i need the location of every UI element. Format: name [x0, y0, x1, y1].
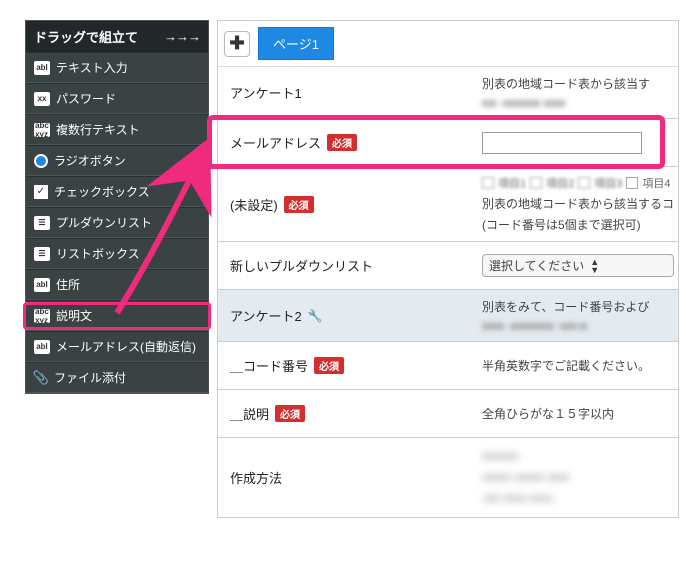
field-label: メールアドレス: [230, 133, 321, 152]
page-tabs: ✚ ページ1: [218, 21, 678, 67]
row-explanation[interactable]: ＿説明 必須 全角ひらがな１５字以内: [218, 390, 678, 438]
radio-icon: [34, 154, 48, 168]
required-badge: 必須: [314, 357, 344, 374]
required-badge: 必須: [327, 134, 357, 151]
email-icon: abl: [34, 340, 50, 354]
tab-page1[interactable]: ページ1: [258, 27, 334, 60]
field-label: 作成方法: [230, 468, 282, 487]
address-icon: abl: [34, 278, 50, 292]
sidebar-item-email-autoreply[interactable]: abl メールアドレス(自動返信): [26, 331, 208, 362]
listbox-icon: ☰: [34, 247, 50, 261]
password-icon: xx: [34, 92, 50, 106]
required-badge: 必須: [275, 405, 305, 422]
sidebar-item-password[interactable]: xx パスワード: [26, 83, 208, 114]
blurred-content: ■■■■-■■■■ ■■■: [482, 469, 674, 486]
checkbox-icon: ✓: [34, 185, 48, 199]
arrow-glyphs: →→→: [164, 29, 200, 44]
select-value: 選択してください: [489, 257, 584, 274]
sidebar-item-label: プルダウンリスト: [56, 214, 152, 231]
plus-icon: ✚: [229, 33, 244, 54]
blurred-content: ■■■–■■■■■■ ▪︎■■▪︎■: [482, 319, 674, 333]
sidebar-item-checkbox[interactable]: ✓ チェックボックス: [26, 176, 208, 207]
sidebar-item-listbox[interactable]: ☰ リストボックス: [26, 238, 208, 269]
sidebar-item-label: チェックボックス: [54, 183, 150, 200]
field-label: アンケート1: [230, 83, 302, 102]
sidebar-item-address[interactable]: abl 住所: [26, 269, 208, 300]
tab-label: ページ1: [273, 37, 319, 52]
row-survey1[interactable]: アンケート1 別表の地域コード表から該当す ■■ ▪︎■■■■■ ■■■: [218, 67, 678, 119]
select-caret-icon: ▲▼: [590, 258, 599, 274]
row-email[interactable]: メールアドレス 必須: [218, 119, 678, 167]
row-survey2[interactable]: アンケート2 🔧 別表をみて、コード番号および ■■■–■■■■■■ ▪︎■■▪…: [218, 290, 678, 342]
sidebar-item-label: ラジオボタン: [54, 152, 126, 169]
field-label: (未設定): [230, 195, 278, 214]
sidebar-item-label: 説明文: [56, 307, 92, 324]
description-icon: abcxyz: [34, 309, 50, 323]
palette-header: ドラッグで組立て →→→: [26, 21, 208, 52]
field-desc: 別表の地域コード表から該当するコ: [482, 195, 674, 212]
sidebar-item-radio[interactable]: ラジオボタン: [26, 145, 208, 176]
pulldown-select[interactable]: 選択してください ▲▼: [482, 254, 674, 277]
field-label: ＿説明: [230, 404, 269, 423]
field-label: アンケート2: [230, 306, 302, 325]
blurred-content: (■■ ■■■ ■■■): [482, 490, 674, 507]
pulldown-icon: ☰: [34, 216, 50, 230]
row-pulldown[interactable]: 新しいプルダウンリスト 選択してください ▲▼: [218, 242, 678, 290]
blurred-content: ■■■■■.: [482, 448, 674, 465]
field-desc: 全角ひらがな１５字以内: [482, 405, 674, 422]
sidebar-item-text-input[interactable]: abl テキスト入力: [26, 52, 208, 83]
sidebar-item-pulldown[interactable]: ☰ プルダウンリスト: [26, 207, 208, 238]
sidebar-item-label: ファイル添付: [54, 369, 126, 386]
required-badge: 必須: [284, 196, 314, 213]
text-input-icon: abl: [34, 61, 50, 75]
sidebar-item-label: 住所: [56, 276, 80, 293]
row-unset[interactable]: (未設定) 必須 項目1 項目2 項目3 項目4 別表の地域コード表から該当する…: [218, 167, 678, 242]
field-desc: 半角英数字でご記載ください。: [482, 357, 674, 374]
sidebar-item-label: テキスト入力: [56, 59, 128, 76]
field-label: ＿コード番号: [230, 356, 308, 375]
sidebar-item-label: リストボックス: [56, 245, 140, 262]
sidebar-item-file-attach[interactable]: 📎 ファイル添付: [26, 362, 208, 393]
paperclip-icon: 📎: [34, 371, 48, 385]
sidebar-item-textarea[interactable]: abcxyz 複数行テキスト: [26, 114, 208, 145]
sidebar-item-label: 複数行テキスト: [56, 121, 140, 138]
row-method[interactable]: 作成方法 ■■■■■. ■■■■-■■■■ ■■■ (■■ ■■■ ■■■): [218, 438, 678, 518]
email-input[interactable]: [482, 132, 642, 154]
palette-title: ドラッグで組立て: [34, 27, 138, 46]
sidebar-item-label: メールアドレス(自動返信): [56, 338, 196, 355]
add-page-button[interactable]: ✚: [224, 31, 250, 57]
field-desc: 別表の地域コード表から該当す: [482, 75, 674, 92]
field-desc: 別表をみて、コード番号および: [482, 298, 674, 315]
blurred-content: ■■ ▪︎■■■■■ ■■■: [482, 96, 674, 110]
row-code-number[interactable]: ＿コード番号 必須 半角英数字でご記載ください。: [218, 342, 678, 390]
textarea-icon: abcxyz: [34, 123, 50, 137]
sidebar-item-label: パスワード: [56, 90, 116, 107]
wrench-icon: 🔧: [308, 309, 323, 323]
checkbox-group[interactable]: 項目1 項目2 項目3 項目4: [482, 175, 674, 191]
field-palette: ドラッグで組立て →→→ abl テキスト入力 xx パスワード abcxyz …: [25, 20, 209, 394]
form-builder-canvas: ✚ ページ1 アンケート1 別表の地域コード表から該当す ■■ ▪︎■■■■■ …: [217, 20, 679, 518]
field-desc2: (コード番号は5個まで選択可): [482, 216, 674, 233]
field-label: 新しいプルダウンリスト: [230, 256, 373, 275]
sidebar-item-description[interactable]: abcxyz 説明文: [26, 300, 208, 331]
